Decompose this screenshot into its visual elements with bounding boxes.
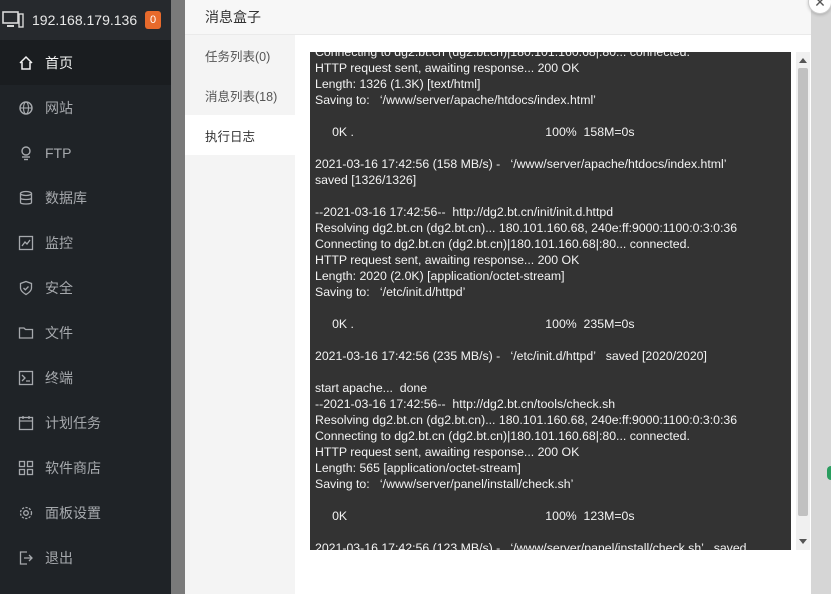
tab-message-list[interactable]: 消息列表(18) [185,75,295,115]
ftp-icon [18,145,34,161]
log-viewport: Connecting to dg2.bt.cn (dg2.bt.cn)|180.… [310,52,792,550]
sidebar-item-label: 网站 [45,99,73,116]
status-dot [827,466,831,480]
sidebar-item-label: 数据库 [45,189,87,206]
sidebar-item-ftp[interactable]: FTP [0,130,171,175]
sidebar-item-label: 监控 [45,234,73,251]
sidebar-header: 192.168.179.136 0 [0,0,171,40]
close-icon: ✕ [814,0,826,10]
message-box-modal: 消息盒子 任务列表(0) 消息列表(18) 执行日志 Connecting to… [185,0,811,594]
sidebar-item-label: 软件商店 [45,459,101,476]
sidebar-item-label: 终端 [45,369,73,386]
log-console[interactable]: Connecting to dg2.bt.cn (dg2.bt.cn)|180.… [310,52,791,550]
log-text: Connecting to dg2.bt.cn (dg2.bt.cn)|180.… [315,52,747,550]
gear-icon [18,505,34,521]
database-icon [18,190,34,206]
sidebar-item-terminal[interactable]: 终端 [0,355,171,400]
sidebar-item-files[interactable]: 文件 [0,310,171,355]
backdrop-right [811,0,831,594]
sidebar: 192.168.179.136 0 首页 网站 FTP 数据库 监控 安全 文件… [0,0,171,594]
sidebar-item-monitor[interactable]: 监控 [0,220,171,265]
computer-icon [2,11,24,28]
sidebar-item-home[interactable]: 首页 [0,40,171,85]
sidebar-item-label: 退出 [45,549,73,566]
sidebar-menu: 首页 网站 FTP 数据库 监控 安全 文件 终端 计划任务 软件商店 面板设置… [0,40,171,580]
sidebar-item-settings[interactable]: 面板设置 [0,490,171,535]
sidebar-item-logout[interactable]: 退出 [0,535,171,580]
backdrop-overlay [171,0,185,594]
sidebar-item-website[interactable]: 网站 [0,85,171,130]
sidebar-item-label: 计划任务 [45,414,101,431]
sidebar-item-label: 首页 [45,54,73,71]
sidebar-item-cron[interactable]: 计划任务 [0,400,171,445]
modal-tabs: 任务列表(0) 消息列表(18) 执行日志 [185,35,295,594]
tab-task-list[interactable]: 任务列表(0) [185,35,295,75]
scroll-up-arrow-icon[interactable] [799,58,807,63]
sidebar-item-label: 面板设置 [45,504,101,521]
globe-icon [18,100,34,116]
terminal-icon [18,370,34,386]
tab-execution-log[interactable]: 执行日志 [185,115,295,155]
sidebar-item-label: 文件 [45,324,73,341]
sidebar-item-label: FTP [45,144,72,161]
log-scrollbar[interactable] [796,52,810,550]
grid-icon [18,460,34,476]
scroll-down-arrow-icon[interactable] [799,539,807,544]
calendar-icon [18,415,34,431]
modal-title: 消息盒子 [185,0,811,35]
monitor-chart-icon [18,235,34,251]
home-icon [18,55,34,71]
folder-icon [18,325,34,341]
message-badge[interactable]: 0 [145,11,162,29]
host-ip: 192.168.179.136 [32,12,138,28]
scroll-thumb[interactable] [798,68,808,516]
sidebar-item-database[interactable]: 数据库 [0,175,171,220]
shield-icon [18,280,34,296]
sidebar-item-security[interactable]: 安全 [0,265,171,310]
logout-icon [18,550,34,566]
sidebar-item-label: 安全 [45,279,73,296]
sidebar-item-store[interactable]: 软件商店 [0,445,171,490]
